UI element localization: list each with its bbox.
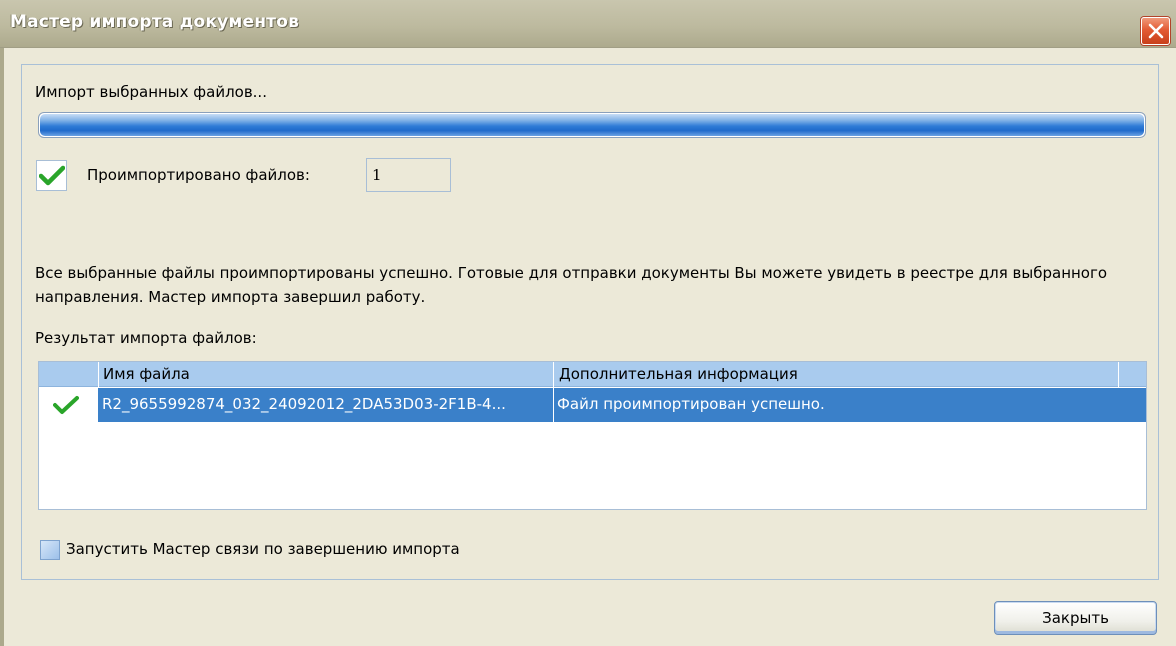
column-separator (1118, 362, 1119, 387)
info-cell: Файл проимпортирован успешно. (557, 395, 825, 413)
title-bar[interactable]: Мастер импорта документов (0, 0, 1176, 48)
close-window-button[interactable] (1141, 17, 1170, 45)
check-icon (39, 165, 65, 186)
selected-row-highlight: R2_9655992874_032_24092012_2DA53D03-2F1B… (98, 388, 1146, 422)
import-success-indicator (36, 160, 67, 191)
column-header-file-name[interactable]: Имя файла (103, 365, 190, 383)
results-table-header: Имя файла Дополнительная информация (39, 362, 1146, 387)
column-separator (98, 362, 99, 387)
close-button[interactable]: Закрыть (994, 601, 1157, 635)
results-table[interactable]: Имя файла Дополнительная информация R2_9… (38, 361, 1147, 510)
row-status-cell (39, 388, 98, 422)
completion-message: Все выбранные файлы проимпортированы усп… (35, 264, 1108, 306)
column-header-info[interactable]: Дополнительная информация (559, 365, 798, 383)
close-icon (1148, 23, 1164, 39)
file-name-cell: R2_9655992874_032_24092012_2DA53D03-2F1B… (102, 395, 506, 413)
launch-wizard-checkbox[interactable] (40, 540, 60, 560)
imported-count-field: 1 (366, 158, 451, 192)
window-title: Мастер импорта документов (10, 12, 300, 32)
status-text: Импорт выбранных файлов... (35, 83, 267, 101)
window-border (0, 48, 4, 646)
cell-separator (553, 388, 554, 422)
results-label: Результат импорта файлов: (35, 329, 257, 347)
check-icon (53, 396, 79, 414)
imported-count-label: Проимпортировано файлов: (87, 166, 310, 184)
import-wizard-window: Мастер импорта документов Импорт выбранн… (0, 0, 1176, 646)
progress-fill (40, 114, 1144, 136)
launch-wizard-label[interactable]: Запустить Мастер связи по завершению имп… (66, 540, 460, 558)
table-row[interactable]: R2_9655992874_032_24092012_2DA53D03-2F1B… (39, 388, 1146, 422)
column-separator (553, 362, 554, 387)
import-progress-bar (38, 112, 1146, 138)
